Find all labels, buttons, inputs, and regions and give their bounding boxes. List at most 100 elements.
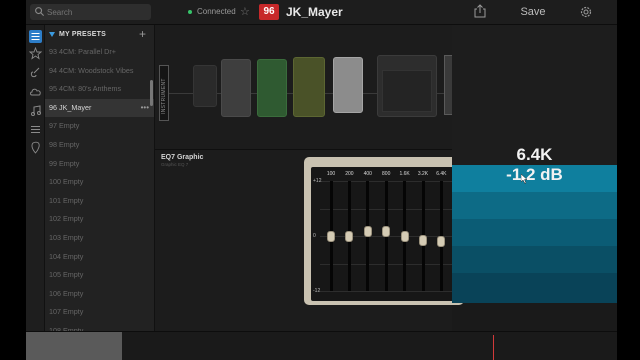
preset-item-label: 99 Empty	[49, 158, 80, 168]
eq-faceplate: +120-121002004008001.6K3.2K6.4KGAIN	[311, 167, 466, 301]
eq-slider-knob[interactable]	[437, 236, 446, 247]
star-icon[interactable]	[29, 47, 42, 60]
preset-item-label: 98 Empty	[49, 139, 80, 149]
overlay-band-3	[452, 219, 617, 246]
eq-band-label: 6.4K	[436, 171, 447, 177]
sidebar-rail	[26, 25, 45, 360]
app-window: Connected ☆ 96 JK_Mayer Save	[26, 0, 617, 360]
preset-item[interactable]: 94 4CM: Woodstock Vibes	[45, 62, 154, 81]
music-note-icon[interactable]	[29, 104, 42, 117]
eq-band-label: 200	[345, 171, 354, 177]
eq-slider-knob[interactable]	[382, 225, 391, 237]
eq-slider-knob[interactable]	[363, 225, 372, 237]
preset-item[interactable]: 102 Empty	[45, 210, 154, 229]
preset-item-label: 100 Empty	[49, 177, 84, 187]
preset-item[interactable]: 101 Empty	[45, 192, 154, 211]
presets-title: MY PRESETS	[59, 31, 106, 38]
eq-db-label: 0	[313, 233, 316, 239]
signal-chain: INSTRUMENT	[155, 25, 454, 149]
preset-item-label: 95 4CM: 80's Anthems	[49, 84, 122, 94]
presets-header: MY PRESETS +	[45, 25, 154, 45]
eq-band-label: 800	[382, 171, 391, 177]
connection-status: Connected	[188, 7, 236, 16]
preset-item-label: 96 JK_Mayer	[49, 102, 92, 112]
eq-unit: +120-121002004008001.6K3.2K6.4KGAIN	[304, 157, 466, 305]
save-button[interactable]: Save	[510, 3, 556, 21]
amp-block[interactable]	[377, 55, 437, 117]
preset-item[interactable]: 96 JK_Mayer •••	[45, 98, 154, 118]
preset-name[interactable]: JK_Mayer	[286, 5, 343, 19]
presets-scrollbar[interactable]	[150, 80, 153, 106]
eq-band-label: 1.6K	[399, 171, 410, 177]
eq-db-label: -12	[313, 288, 321, 294]
preset-item-label: 102 Empty	[49, 214, 84, 224]
ellipsis-icon[interactable]: •••	[141, 99, 149, 118]
bottom-bar	[26, 331, 617, 360]
overlay-frequency: 6.4K	[516, 145, 553, 164]
favorite-star-icon[interactable]: ☆	[240, 5, 250, 18]
eq-slider-knob[interactable]	[327, 230, 335, 242]
pedal-silver[interactable]	[333, 57, 363, 113]
preset-item[interactable]: 106 Empty	[45, 285, 154, 304]
eq-gridline	[320, 291, 461, 292]
pedal-slot-1[interactable]	[193, 65, 217, 107]
list-icon[interactable]	[29, 123, 42, 136]
preset-number-badge: 96	[259, 4, 279, 20]
guitar-icon[interactable]	[29, 66, 42, 79]
eq-band-label: 3.2K	[417, 171, 429, 177]
instrument-input[interactable]: INSTRUMENT	[159, 65, 169, 121]
overlay-band-2	[452, 192, 617, 219]
preset-item[interactable]: 100 Empty	[45, 173, 154, 192]
overlay-gain: -1.2 dB	[506, 165, 563, 184]
presets-icon[interactable]	[29, 30, 42, 43]
top-bar: Connected ☆ 96 JK_Mayer Save	[26, 0, 617, 25]
effect-title: EQ7 Graphic	[161, 154, 204, 161]
effect-editor: EQ7 Graphic Graphic EQ 7 +12 0 -12 100 200 40…	[155, 149, 466, 331]
eq-slider-knob[interactable]	[345, 230, 354, 242]
eq-slider-knob[interactable]	[419, 235, 427, 247]
gear-icon[interactable]	[579, 5, 593, 19]
share-icon[interactable]	[474, 4, 486, 18]
preset-item[interactable]: 95 4CM: 80's Anthems	[45, 80, 154, 99]
cloud-icon[interactable]	[29, 85, 42, 98]
eq-slider-knob[interactable]	[400, 230, 409, 242]
preset-item[interactable]: 98 Empty	[45, 136, 154, 155]
pedal-green[interactable]	[257, 59, 287, 117]
add-preset-button[interactable]: +	[139, 27, 146, 41]
effect-subtitle: Graphic EQ 7	[161, 162, 189, 167]
connection-label: Connected	[197, 7, 236, 16]
overlay-band-4	[452, 246, 617, 273]
preset-item[interactable]: 99 Empty	[45, 155, 154, 174]
amp-grill	[382, 70, 432, 112]
collapse-triangle-icon[interactable]	[49, 32, 55, 37]
search-box[interactable]	[30, 4, 151, 20]
preset-item[interactable]: 93 4CM: Parallel Dr+	[45, 43, 154, 62]
preset-item[interactable]: 97 Empty	[45, 117, 154, 136]
preset-item[interactable]: 105 Empty	[45, 266, 154, 285]
preset-item-label: 94 4CM: Woodstock Vibes	[49, 65, 134, 75]
preset-item-label: 107 Empty	[49, 307, 84, 317]
bottom-thumbnail	[26, 332, 122, 360]
pedal-gray[interactable]	[221, 59, 251, 117]
pedal-olive[interactable]	[293, 57, 325, 117]
preset-item-label: 93 4CM: Parallel Dr+	[49, 47, 116, 56]
preset-item-label: 103 Empty	[49, 232, 84, 242]
preset-item-label: 97 Empty	[49, 121, 80, 131]
search-icon	[35, 7, 45, 17]
mouse-cursor-icon	[521, 174, 528, 184]
presets-list: 93 4CM: Parallel Dr+ 94 4CM: Woodstock Vi…	[45, 43, 154, 341]
value-overlay: 6.4K -1.2 dB	[452, 25, 617, 303]
preset-item-label: 101 Empty	[49, 195, 84, 205]
instrument-label: INSTRUMENT	[161, 78, 167, 114]
preset-item-label: 104 Empty	[49, 251, 84, 261]
eq-band-label: 400	[363, 171, 372, 177]
preset-item[interactable]: 104 Empty	[45, 248, 154, 267]
eq-band-label: 100	[326, 171, 336, 177]
search-input[interactable]	[47, 5, 147, 19]
preset-item-label: 106 Empty	[49, 288, 84, 298]
preset-item-label: 105 Empty	[49, 270, 84, 280]
preset-item[interactable]: 107 Empty	[45, 303, 154, 322]
pick-icon[interactable]	[29, 141, 42, 154]
connected-dot-icon	[188, 9, 192, 14]
preset-item[interactable]: 103 Empty	[45, 229, 154, 248]
